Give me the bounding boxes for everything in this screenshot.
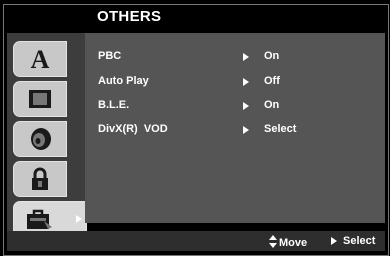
tab-lock[interactable] <box>13 161 67 197</box>
menu-row-pbc[interactable]: PBC On <box>98 47 378 67</box>
menu-item-label: PBC <box>98 50 122 62</box>
right-arrow-icon <box>243 78 249 86</box>
tv-display-icon <box>26 87 54 111</box>
right-arrow-icon <box>243 53 249 61</box>
menu-title: OTHERS <box>97 8 162 25</box>
right-arrow-icon <box>243 102 249 110</box>
move-hint-label: Move <box>279 237 308 249</box>
speaker-icon <box>26 126 54 152</box>
menu-item-label: Auto Play <box>98 75 149 87</box>
menu-item-value: Off <box>264 75 280 87</box>
active-tab-arrow-icon <box>76 215 82 223</box>
tab-audio[interactable] <box>13 121 67 157</box>
padlock-icon <box>29 166 51 192</box>
svg-text:A: A <box>31 46 50 72</box>
options-panel: PBC On Auto Play Off B.L.E. On DivX(R) V… <box>85 33 385 223</box>
move-hint: Move <box>269 235 307 251</box>
select-hint: Select <box>331 235 375 247</box>
help-footer: Move Select <box>7 231 385 251</box>
menu-item-value: On <box>264 50 280 62</box>
tab-display[interactable] <box>13 81 67 117</box>
menu-item-label: DivX(R) VOD <box>98 123 168 135</box>
select-hint-label: Select <box>343 235 376 247</box>
right-arrow-icon <box>331 237 337 245</box>
category-sidebar: A <box>7 33 87 251</box>
menu-row-ble[interactable]: B.L.E. On <box>98 96 378 116</box>
setup-menu-screen: OTHERS A PBC On Auto Play Off B.L.E. On … <box>3 4 389 256</box>
menu-item-label: B.L.E. <box>98 99 130 111</box>
menu-row-auto-play[interactable]: Auto Play Off <box>98 72 378 92</box>
right-arrow-icon <box>243 126 249 134</box>
up-down-arrows-icon <box>269 235 277 251</box>
language-a-icon: A <box>27 46 53 72</box>
menu-item-value: Select <box>264 123 297 135</box>
briefcase-icon <box>24 207 54 231</box>
tab-language[interactable]: A <box>13 41 67 77</box>
menu-row-divx-vod[interactable]: DivX(R) VOD Select <box>98 120 378 140</box>
menu-item-value: On <box>264 99 280 111</box>
